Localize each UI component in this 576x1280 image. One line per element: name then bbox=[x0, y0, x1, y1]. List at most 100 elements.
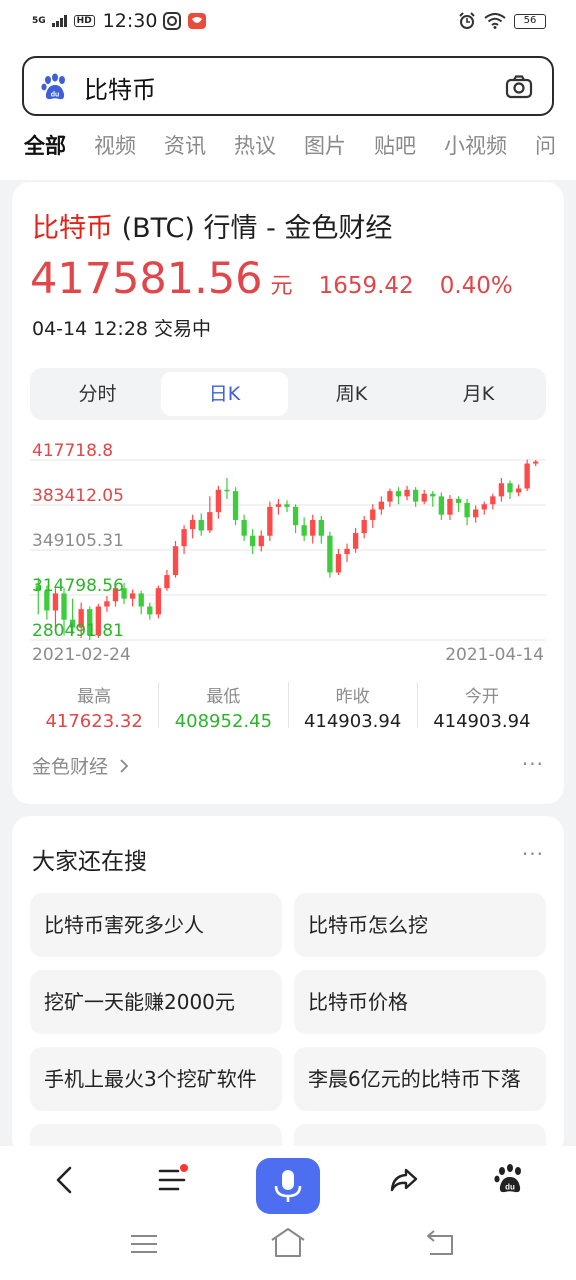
candle-body bbox=[232, 491, 239, 520]
related-search-item[interactable]: 挖矿一天能赚2000元 bbox=[30, 970, 282, 1034]
candle-body bbox=[155, 588, 162, 615]
candle-body bbox=[301, 525, 307, 536]
candle-body bbox=[524, 463, 530, 489]
quote-timestamp: 04-14 12:28 交易中 bbox=[32, 318, 212, 340]
candle-body bbox=[430, 493, 436, 497]
related-search-item[interactable]: 比特币害死多少人 bbox=[30, 893, 282, 957]
candle-body bbox=[481, 504, 487, 510]
candle-body bbox=[172, 546, 179, 576]
quote-title[interactable]: 比特币 (BTC) 行情 - 金色财经 bbox=[32, 206, 392, 245]
stat-value: 414903.94 bbox=[433, 711, 531, 732]
related-search-item[interactable]: 手机上最火3个挖矿软件 bbox=[30, 1047, 282, 1111]
home-icon[interactable] bbox=[270, 1226, 306, 1260]
quote-title-rest: (BTC) 行情 - 金色财经 bbox=[113, 213, 393, 244]
candle-body bbox=[190, 519, 196, 530]
quote-more-button[interactable]: ··· bbox=[522, 752, 544, 776]
voice-search-button[interactable] bbox=[256, 1158, 320, 1214]
y-tick-label: 314798.56 bbox=[32, 576, 124, 596]
search-box[interactable]: du 比特币 bbox=[22, 56, 554, 116]
candle-body bbox=[507, 483, 513, 493]
tab-4[interactable]: 图片 bbox=[304, 130, 346, 160]
candle-body bbox=[498, 483, 505, 497]
tab-0[interactable]: 全部 bbox=[24, 130, 66, 160]
source-link[interactable]: 金色财经 bbox=[32, 752, 130, 779]
candle-body bbox=[335, 554, 342, 573]
baidu-home-icon[interactable]: du bbox=[482, 1152, 538, 1208]
tab-6[interactable]: 小视频 bbox=[444, 130, 507, 160]
current-price: 417581.56 bbox=[30, 254, 263, 304]
btc-quote-card[interactable]: 比特币 (BTC) 行情 - 金色财经 417581.56 元 1659.42 … bbox=[12, 182, 564, 804]
y-tick-label: 349105.31 bbox=[32, 531, 124, 551]
candle-body bbox=[241, 519, 247, 536]
related-search-item[interactable]: 李晨6亿元的比特币下落 bbox=[294, 1047, 546, 1111]
candle-body bbox=[421, 493, 427, 502]
candle-body bbox=[267, 506, 273, 536]
related-more-button[interactable]: ··· bbox=[522, 842, 544, 866]
tab-3[interactable]: 热议 bbox=[234, 130, 276, 160]
wifi-icon bbox=[484, 13, 506, 29]
candle-body bbox=[370, 509, 376, 520]
candle-body bbox=[490, 496, 496, 505]
battery-indicator: 56 bbox=[514, 13, 546, 29]
chevron-right-icon bbox=[120, 759, 129, 773]
stat-1: 最低 408952.45 bbox=[159, 682, 289, 732]
candle-body bbox=[198, 519, 204, 531]
stat-label: 昨收 bbox=[335, 687, 370, 707]
candle-body bbox=[310, 519, 316, 536]
price-stats: 最高 417623.32 最低 408952.45 昨收 414903.94 今开 41490… bbox=[30, 682, 546, 732]
k-tab-2[interactable]: 周K bbox=[288, 372, 415, 416]
candle-body bbox=[378, 501, 384, 510]
recent-apps-icon[interactable] bbox=[128, 1228, 160, 1260]
search-tabs: 全部 视频 资讯 热议 图片 贴吧 小视频问 bbox=[24, 130, 576, 160]
quote-title-keyword: 比特币 bbox=[32, 213, 113, 244]
source-name: 金色财经 bbox=[32, 756, 109, 778]
candle-body bbox=[447, 498, 453, 515]
related-search-item[interactable]: 比特币怎么挖 bbox=[294, 893, 546, 957]
candle-body bbox=[327, 535, 333, 573]
candle-body bbox=[250, 535, 256, 547]
related-searches-grid: 比特币害死多少人 比特币怎么挖 挖矿一天能赚2000元 比特币价格 手机上最火3个挖矿软… bbox=[30, 893, 546, 1156]
candle-body bbox=[138, 593, 144, 607]
signal-icon bbox=[51, 15, 67, 27]
tab-1[interactable]: 视频 bbox=[94, 130, 136, 160]
stat-label: 今开 bbox=[464, 687, 499, 707]
k-tab-3[interactable]: 月K bbox=[415, 372, 542, 416]
camera-icon[interactable] bbox=[504, 72, 534, 102]
candle-body bbox=[129, 593, 136, 599]
x-tick-label: 2021-04-14 bbox=[445, 645, 544, 662]
tab-5[interactable]: 贴吧 bbox=[374, 130, 416, 160]
clock: 12:30 bbox=[102, 10, 158, 32]
candle-body bbox=[412, 489, 419, 502]
candle-body bbox=[104, 601, 110, 607]
price-change: 1659.42 bbox=[318, 273, 414, 299]
candle-body bbox=[352, 533, 359, 549]
microphone-icon bbox=[274, 1170, 302, 1202]
back-icon[interactable] bbox=[36, 1152, 92, 1208]
candle-body bbox=[318, 519, 324, 536]
candlestick-chart[interactable]: 417718.8 383412.05 349105.31 314798.56 28049… bbox=[30, 432, 546, 662]
candle-body bbox=[224, 489, 230, 492]
k-tab-1[interactable]: 日K bbox=[161, 372, 288, 416]
system-back-icon[interactable] bbox=[424, 1228, 456, 1258]
k-tab-0[interactable]: 分时 bbox=[34, 372, 161, 416]
share-icon[interactable] bbox=[376, 1152, 432, 1208]
candle-body bbox=[473, 509, 479, 518]
candle-body bbox=[292, 506, 299, 526]
menu-icon[interactable] bbox=[144, 1152, 200, 1208]
related-searches-card: 大家还在搜 ··· 比特币害死多少人 比特币怎么挖 挖矿一天能赚2000元 比特币价格… bbox=[12, 816, 564, 1156]
candle-body bbox=[275, 504, 282, 507]
candle-body bbox=[387, 491, 393, 502]
tab-7[interactable]: 问 bbox=[535, 130, 556, 160]
candle-body bbox=[464, 502, 470, 518]
candle-body bbox=[61, 593, 67, 620]
related-search-item[interactable]: 比特币价格 bbox=[294, 970, 546, 1034]
search-query[interactable]: 比特币 bbox=[84, 70, 156, 105]
tab-2[interactable]: 资讯 bbox=[164, 130, 206, 160]
candle-body bbox=[181, 529, 187, 547]
hd-badge: HD bbox=[73, 15, 95, 27]
stat-value: 408952.45 bbox=[174, 711, 273, 732]
baidu-paw-icon[interactable]: du bbox=[40, 72, 70, 102]
candle-body bbox=[215, 489, 222, 513]
candle-body bbox=[455, 498, 462, 503]
related-searches-title: 大家还在搜 bbox=[32, 849, 147, 875]
